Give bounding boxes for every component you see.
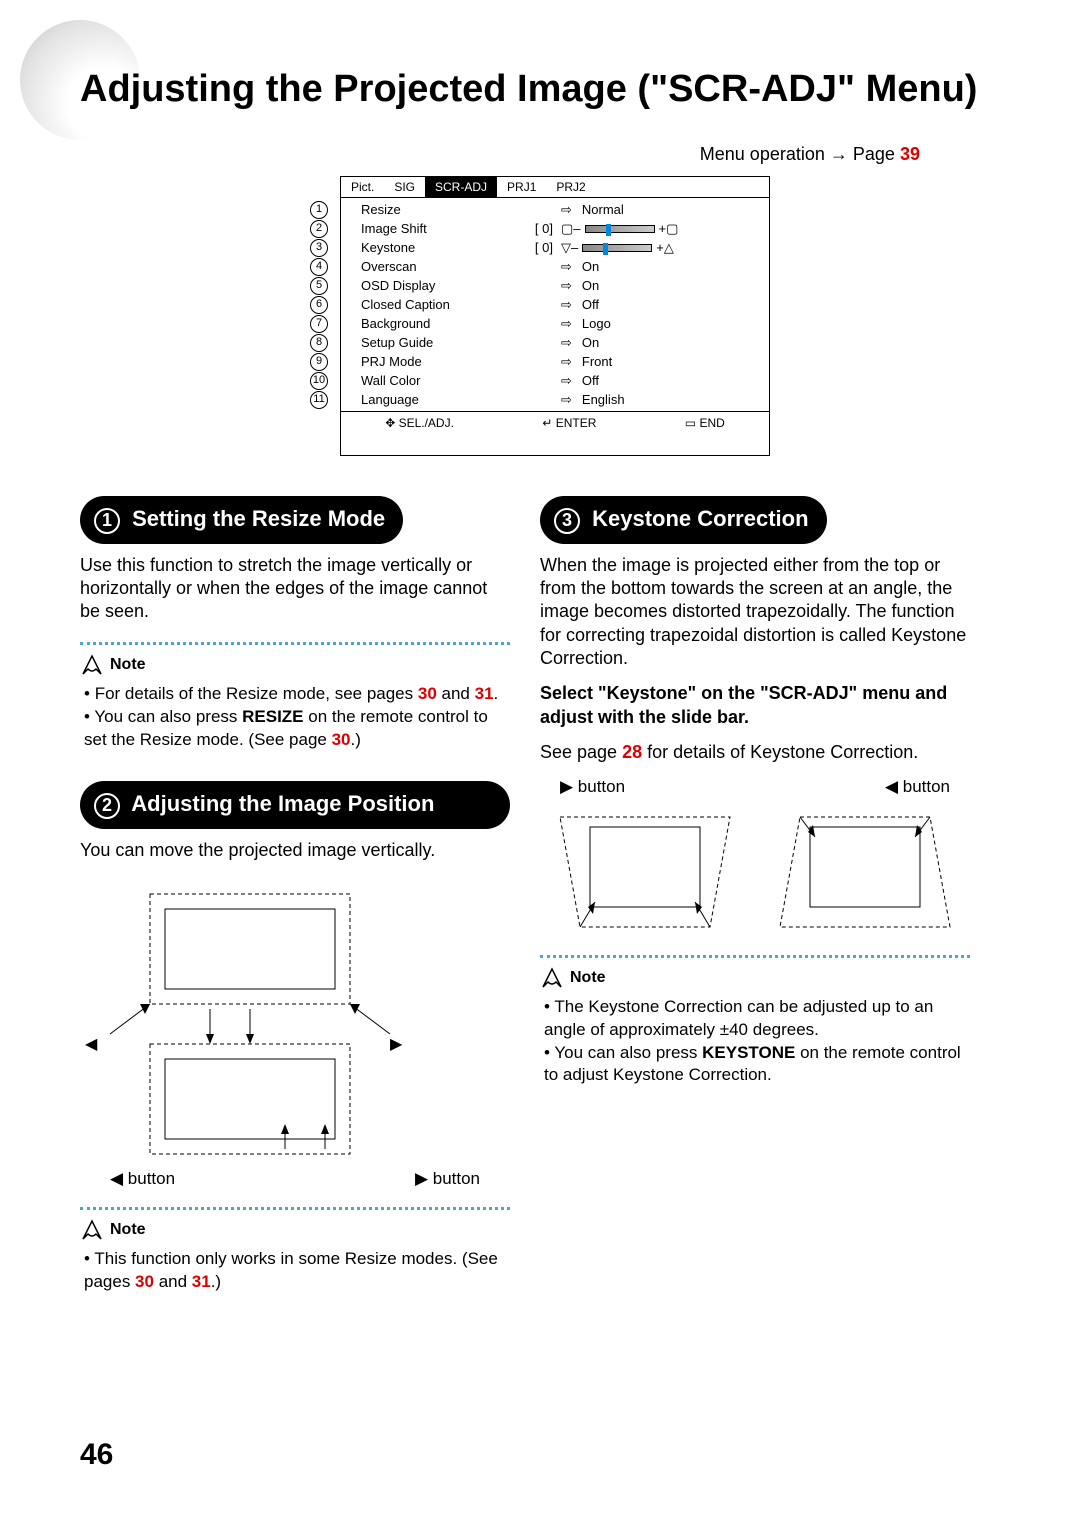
note-icon (80, 653, 104, 677)
note-item: You can also press RESIZE on the remote … (84, 706, 510, 752)
right-button-label: ▶ button (415, 1169, 480, 1189)
note-label: Note (110, 1221, 146, 1239)
scr-adj-menu-diagram: Pict. SIG SCR-ADJ PRJ1 PRJ2 Resize⇨Norma… (340, 176, 770, 456)
menu-row: Closed Caption⇨Off (361, 295, 769, 314)
footer-enter: ↵ ENTER (542, 416, 596, 430)
footer-sel: ✥ SEL./ADJ. (385, 416, 454, 430)
section-3-note: Note The Keystone Correction can be adju… (540, 955, 970, 1088)
section-2-body: You can move the projected image vertica… (80, 839, 510, 862)
section-3-body: When the image is projected either from … (540, 554, 970, 671)
menu-row: Language⇨English (361, 390, 769, 409)
tab-prj2: PRJ2 (546, 177, 595, 197)
menu-op-page-num: 39 (900, 144, 920, 164)
menu-row: Overscan⇨On (361, 257, 769, 276)
keystone-diagram-left (770, 807, 960, 937)
left-button-label: ◀ button (110, 1169, 175, 1189)
menu-row: Setup Guide⇨On (361, 333, 769, 352)
menu-row: Keystone[ 0]▽–+△ (361, 238, 769, 257)
menu-row: OSD Display⇨On (361, 276, 769, 295)
menu-row: Image Shift[ 0]▢–+▢ (361, 219, 769, 238)
menu-row: Background⇨Logo (361, 314, 769, 333)
tab-sig: SIG (384, 177, 425, 197)
section-1-note: Note For details of the Resize mode, see… (80, 642, 510, 752)
keystone-diagram-right (550, 807, 740, 937)
menu-row: Resize⇨Normal (361, 200, 769, 219)
menu-row: Wall Color⇨Off (361, 371, 769, 390)
section-3-heading: 3 Keystone Correction (540, 496, 827, 544)
footer-end: ▭ END (685, 416, 725, 430)
note-icon (540, 966, 564, 990)
menu-footer: ✥ SEL./ADJ. ↵ ENTER ▭ END (341, 411, 769, 434)
tab-prj1: PRJ1 (497, 177, 546, 197)
circled-2: 2 (94, 793, 120, 819)
section-2-heading: 2 Adjusting the Image Position (80, 781, 510, 829)
section-2-note: Note This function only works in some Re… (80, 1207, 510, 1294)
menu-row-numbers: 1 2 3 4 5 6 7 8 9 10 11 (308, 200, 330, 409)
note-label: Note (570, 969, 606, 987)
section-1-heading: 1 Setting the Resize Mode (80, 496, 403, 544)
right-button-label: ▶ button (560, 777, 625, 797)
note-icon (80, 1218, 104, 1242)
note-label: Note (110, 656, 146, 674)
left-button-label: ◀ button (885, 777, 950, 797)
section-2-title: Adjusting the Image Position (131, 791, 434, 816)
svg-text:◀: ◀ (85, 1036, 98, 1053)
menu-tabs: Pict. SIG SCR-ADJ PRJ1 PRJ2 (341, 177, 769, 198)
page-number: 46 (80, 1438, 113, 1472)
note-item: You can also press KEYSTONE on the remot… (544, 1042, 970, 1088)
section-1-title: Setting the Resize Mode (132, 506, 385, 531)
svg-text:▶: ▶ (390, 1036, 403, 1053)
tab-scr-adj: SCR-ADJ (425, 177, 497, 197)
section-3-title: Keystone Correction (592, 506, 808, 531)
menu-op-label: Menu operation (700, 144, 825, 164)
note-item: For details of the Resize mode, see page… (84, 683, 510, 706)
menu-operation-ref: Menu operation → Page 39 (700, 144, 920, 165)
section-3-see: See page 28 for details of Keystone Corr… (540, 741, 970, 764)
section-1-body: Use this function to stretch the image v… (80, 554, 510, 624)
page-title: Adjusting the Projected Image ("SCR-ADJ"… (80, 68, 977, 111)
section-3-bold: Select "Keystone" on the "SCR-ADJ" menu … (540, 682, 970, 729)
circled-1: 1 (94, 508, 120, 534)
image-shift-diagram: ◀ ▶ (80, 884, 420, 1164)
circled-3: 3 (554, 508, 580, 534)
menu-row: PRJ Mode⇨Front (361, 352, 769, 371)
menu-op-page: Page (853, 144, 895, 164)
note-item: The Keystone Correction can be adjusted … (544, 996, 970, 1042)
right-arrow-icon: → (830, 144, 848, 164)
tab-pict: Pict. (341, 177, 384, 197)
note-item: This function only works in some Resize … (84, 1248, 510, 1294)
